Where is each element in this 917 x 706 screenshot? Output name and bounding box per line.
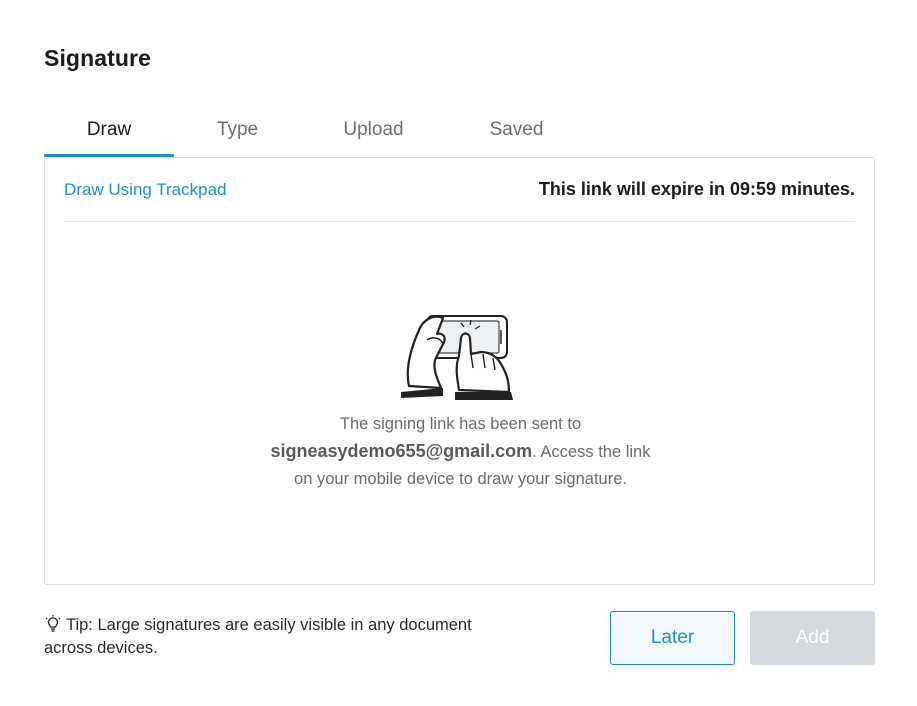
panel-divider [64,221,855,222]
signature-tabs: Draw Type Upload Saved [44,107,875,157]
signature-dialog: Signature Draw Type Upload Saved Draw Us… [0,0,917,706]
dialog-title: Signature [44,45,151,71]
message-line-2: signeasydemo655@gmail.com. Access the li… [185,438,736,466]
tab-saved[interactable]: Saved [444,107,589,157]
message-line-1: The signing link has been sent to [339,415,582,433]
tab-type[interactable]: Type [174,107,301,157]
tip-text: Tip: Large signatures are easily visible… [44,614,564,660]
tab-upload[interactable]: Upload [306,107,441,157]
later-button[interactable]: Later [610,611,735,665]
draw-using-trackpad-link[interactable]: Draw Using Trackpad [64,180,227,200]
message-line-3: on your mobile device to draw your signa… [294,470,627,488]
tab-draw[interactable]: Draw [44,107,174,157]
recipient-email: signeasydemo655@gmail.com [270,441,533,461]
add-button[interactable]: Add [750,611,875,665]
tip-line-2: across devices. [44,639,158,657]
hands-holding-phone-icon [401,315,513,400]
tip-line-1: Tip: Large signatures are easily visible… [66,616,472,634]
lightbulb-icon [45,615,61,632]
link-expiry-text: This link will expire in 09:59 minutes. [538,179,855,199]
signing-link-message: The signing link has been sent to signea… [185,411,736,493]
draw-panel: Draw Using Trackpad This link will expir… [44,157,875,585]
message-suffix-1: . Access the link [532,443,651,461]
